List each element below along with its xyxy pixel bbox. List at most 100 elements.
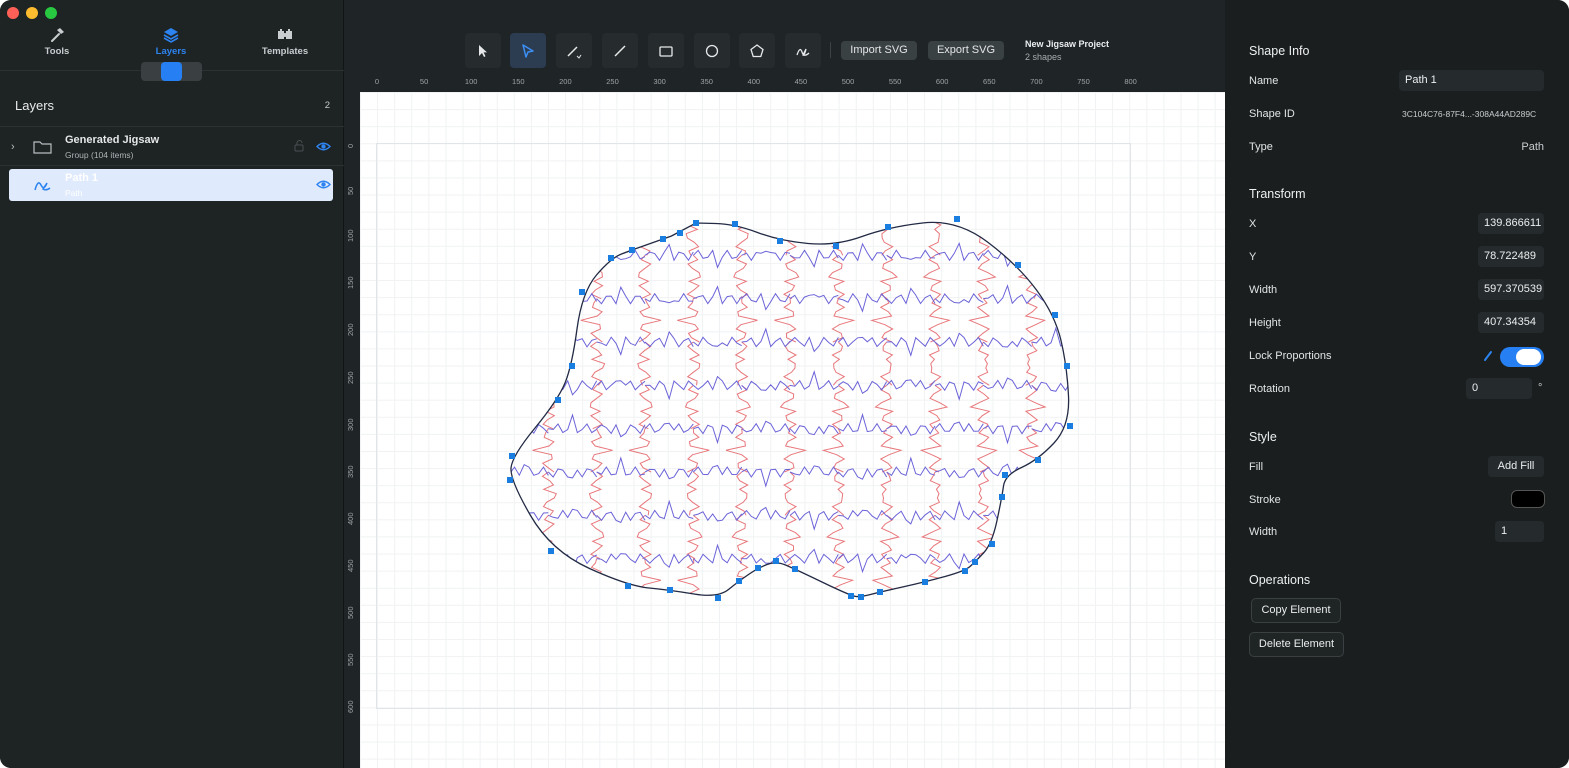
eye-icon[interactable] xyxy=(316,179,331,190)
anchor-point-handle[interactable] xyxy=(569,363,575,369)
close-window-button[interactable] xyxy=(7,7,19,19)
jigsaw-horizontal-cut xyxy=(837,242,888,262)
anchor-point-handle[interactable] xyxy=(509,453,515,459)
anchor-point-handle[interactable] xyxy=(625,583,631,589)
lock-proportions-toggle[interactable] xyxy=(1500,347,1544,367)
anchor-point-handle[interactable] xyxy=(962,568,968,574)
layer-row-generated-jigsaw[interactable]: › Generated Jigsaw Group (104 items) xyxy=(9,131,333,163)
anchor-point-handle[interactable] xyxy=(792,566,798,572)
anchor-point-handle[interactable] xyxy=(972,559,978,565)
anchor-point-handle[interactable] xyxy=(999,494,1005,500)
chevron-right-icon[interactable]: › xyxy=(11,141,15,153)
anchor-point-handle[interactable] xyxy=(858,594,864,600)
anchor-point-handle[interactable] xyxy=(548,548,554,554)
anchor-point-handle[interactable] xyxy=(736,578,742,584)
ruler-tick-label: 550 xyxy=(888,77,902,86)
anchor-point-handle[interactable] xyxy=(1064,363,1070,369)
pen-tool-button[interactable] xyxy=(556,33,592,68)
line-tool-button[interactable] xyxy=(602,33,638,68)
jigsaw-horizontal-cut xyxy=(644,292,694,304)
layer-subtitle: Group (104 items) xyxy=(65,150,134,160)
rectangle-tool-button[interactable] xyxy=(648,33,684,68)
anchor-point-handle[interactable] xyxy=(507,477,513,483)
anchor-point-handle[interactable] xyxy=(989,541,995,547)
layer-row-path-1[interactable]: Path 1 Path xyxy=(9,169,333,201)
anchor-point-handle[interactable] xyxy=(877,589,883,595)
zoom-window-button[interactable] xyxy=(45,7,57,19)
rectangle-icon xyxy=(659,46,673,57)
add-fill-button[interactable]: Add Fill xyxy=(1488,456,1544,477)
jigsaw-vertical-cut xyxy=(589,255,604,300)
anchor-point-handle[interactable] xyxy=(777,238,783,244)
jigsaw-horizontal-cut xyxy=(983,425,1032,445)
select-tool-button[interactable] xyxy=(465,33,501,68)
anchor-point-handle[interactable] xyxy=(732,221,738,227)
jigsaw-vertical-cut xyxy=(677,558,700,597)
y-field[interactable]: 78.722489 xyxy=(1478,246,1544,267)
anchor-point-handle[interactable] xyxy=(693,220,699,226)
anchor-point-handle[interactable] xyxy=(833,243,839,249)
anchor-point-handle[interactable] xyxy=(608,255,614,261)
freehand-tool-button[interactable] xyxy=(785,33,821,68)
stroke-color-swatch[interactable] xyxy=(1511,490,1545,508)
anchor-point-handle[interactable] xyxy=(677,230,683,236)
stroke-width-field[interactable]: 1 xyxy=(1495,521,1544,542)
ruler-tick-label: 100 xyxy=(464,77,478,86)
anchor-point-handle[interactable] xyxy=(755,565,761,571)
unlock-icon[interactable] xyxy=(294,140,305,152)
copy-element-button[interactable]: Copy Element xyxy=(1251,598,1341,623)
polygon-tool-button[interactable] xyxy=(739,33,775,68)
ruler-tick-label: 450 xyxy=(794,77,808,86)
anchor-point-handle[interactable] xyxy=(1052,312,1058,318)
direct-select-tool-button[interactable] xyxy=(510,33,546,68)
x-field[interactable]: 139.866611 xyxy=(1478,213,1544,234)
jigsaw-vertical-cut xyxy=(1018,428,1040,473)
eye-icon[interactable] xyxy=(316,141,331,152)
anchor-point-handle[interactable] xyxy=(1002,472,1008,478)
jigsaw-artwork[interactable] xyxy=(360,92,1225,768)
anchor-point-handle[interactable] xyxy=(555,397,561,403)
freehand-path-icon xyxy=(34,182,51,191)
anchor-point-handle[interactable] xyxy=(954,216,960,222)
delete-element-button[interactable]: Delete Element xyxy=(1249,632,1344,657)
tab-templates[interactable]: Templates xyxy=(245,26,325,57)
jigsaw-vertical-cut xyxy=(637,341,652,386)
height-field[interactable]: 407.34354 xyxy=(1478,312,1544,333)
panel-segmented-control[interactable] xyxy=(141,62,202,81)
anchor-point-handle[interactable] xyxy=(715,595,721,601)
jigsaw-vertical-cut xyxy=(589,341,606,386)
jigsaw-vertical-cut xyxy=(588,471,604,516)
anchor-point-handle[interactable] xyxy=(1067,423,1073,429)
layers-title: Layers xyxy=(15,98,55,113)
anchor-point-handle[interactable] xyxy=(579,289,585,295)
jigsaw-horizontal-cut xyxy=(838,380,888,395)
canvas[interactable] xyxy=(360,92,1225,768)
anchor-point-handle[interactable] xyxy=(922,579,928,585)
anchor-point-handle[interactable] xyxy=(1035,457,1041,463)
import-svg-button[interactable]: Import SVG xyxy=(841,41,917,60)
ellipse-tool-button[interactable] xyxy=(694,33,730,68)
anchor-point-handle[interactable] xyxy=(848,593,854,599)
jigsaw-horizontal-cut xyxy=(644,422,694,433)
minimize-window-button[interactable] xyxy=(26,7,38,19)
ruler-tick-label: 50 xyxy=(419,77,429,86)
name-field[interactable]: Path 1 xyxy=(1399,70,1544,91)
jigsaw-vertical-cut xyxy=(779,384,797,430)
width-field[interactable]: 597.370539 xyxy=(1478,279,1544,300)
export-svg-button[interactable]: Export SVG xyxy=(928,41,1004,60)
anchor-point-handle[interactable] xyxy=(773,558,779,564)
jigsaw-vertical-cut xyxy=(782,514,802,560)
anchor-point-handle[interactable] xyxy=(885,224,891,230)
rotation-field[interactable]: 0 xyxy=(1466,378,1532,399)
anchor-point-handle[interactable] xyxy=(667,587,673,593)
anchor-point-handle[interactable] xyxy=(660,236,666,242)
layer-title: Path 1 xyxy=(65,172,99,184)
jigsaw-horizontal-cut xyxy=(596,511,646,524)
anchor-point-handle[interactable] xyxy=(629,247,635,253)
tab-tools[interactable]: Tools xyxy=(17,26,97,57)
tab-layers[interactable]: Layers xyxy=(131,26,211,57)
anchor-point-handle[interactable] xyxy=(1015,262,1021,268)
jigsaw-horizontal-cut xyxy=(548,337,597,348)
jigsaw-horizontal-cut xyxy=(741,250,791,262)
height-label: Height xyxy=(1249,317,1281,329)
